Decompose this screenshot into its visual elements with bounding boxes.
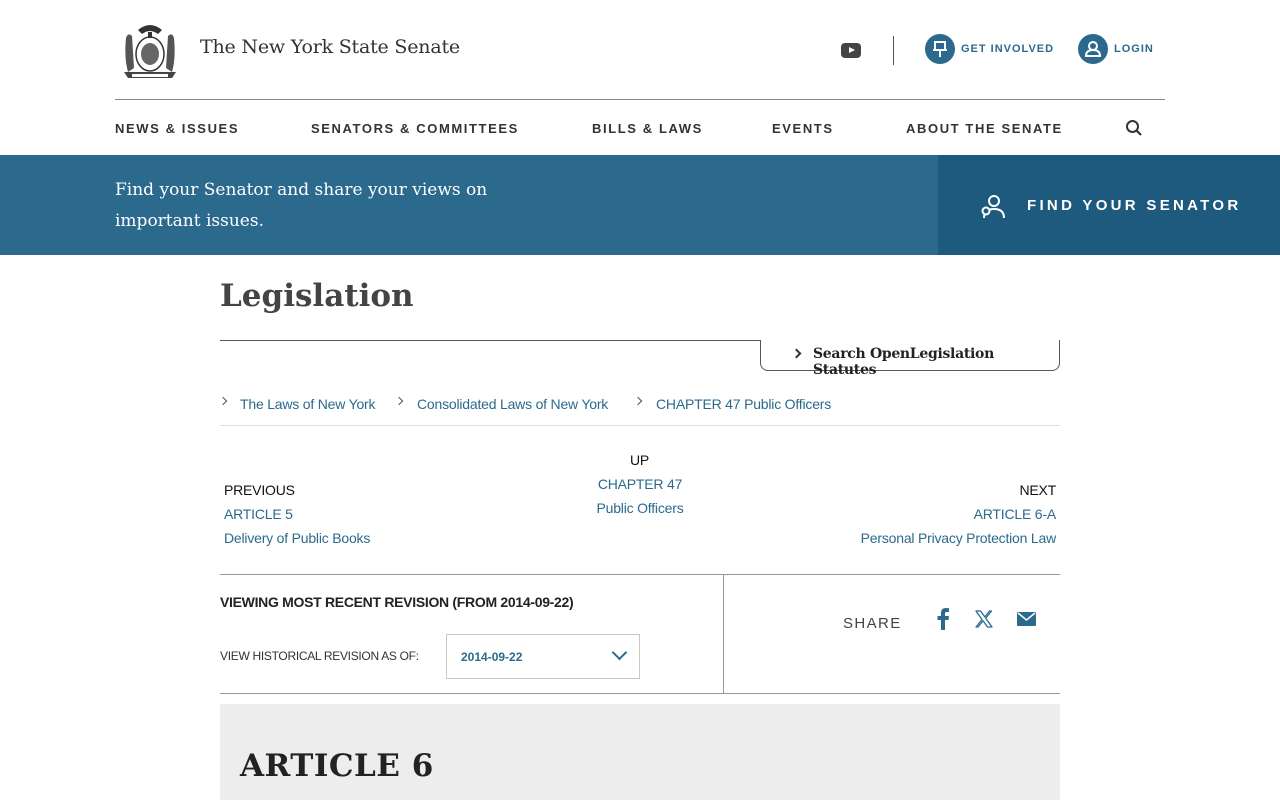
breadcrumb-chapter-47[interactable]: CHAPTER 47 Public Officers xyxy=(656,396,831,412)
pager-next-name[interactable]: Personal Privacy Protection Law xyxy=(861,530,1057,546)
revision-title: VIEWING MOST RECENT REVISION (FROM 2014-… xyxy=(220,594,574,610)
site-title[interactable]: The New York State Senate xyxy=(200,36,460,58)
page-title: Legislation xyxy=(220,278,414,314)
search-icon[interactable] xyxy=(1125,119,1143,137)
revision-divider xyxy=(723,575,724,694)
nav-item-news-issues[interactable]: NEWS & ISSUES xyxy=(115,121,239,136)
pager-up-label: UP xyxy=(630,452,650,468)
breadcrumb-consolidated-laws[interactable]: Consolidated Laws of New York xyxy=(417,396,608,412)
main-nav: NEWS & ISSUES SENATORS & COMMITTEES BILL… xyxy=(115,101,1165,155)
breadcrumb: The Laws of New York Consolidated Laws o… xyxy=(218,395,1060,426)
senator-locator-icon xyxy=(981,195,1005,219)
get-involved-link[interactable]: GET INVOLVED xyxy=(961,43,1054,55)
state-seal-logo[interactable] xyxy=(118,18,182,80)
nav-item-events[interactable]: EVENTS xyxy=(772,121,834,136)
nav-item-bills-laws[interactable]: BILLS & LAWS xyxy=(592,121,703,136)
chevron-right-icon xyxy=(791,348,802,359)
youtube-icon[interactable] xyxy=(841,43,861,58)
article-content: ARTICLE 6 xyxy=(220,704,1060,800)
pager-previous-name[interactable]: Delivery of Public Books xyxy=(224,530,370,546)
email-icon[interactable] xyxy=(1017,612,1036,626)
header-divider xyxy=(893,36,894,65)
revision-date-value: 2014-09-22 xyxy=(461,650,523,664)
revision-date-select[interactable]: 2014-09-22 xyxy=(446,634,640,679)
login-link[interactable]: LOGIN xyxy=(1114,43,1154,55)
pager-previous-label: PREVIOUS xyxy=(224,482,295,498)
historical-revision-label: VIEW HISTORICAL REVISION AS OF: xyxy=(220,649,419,663)
banner-text: Find your Senator and share your views o… xyxy=(115,180,488,231)
revision-row: VIEWING MOST RECENT REVISION (FROM 2014-… xyxy=(220,574,1060,694)
pager-next-code[interactable]: ARTICLE 6-A xyxy=(974,506,1057,522)
pushpin-icon[interactable] xyxy=(925,34,955,64)
pager-up-name[interactable]: Public Officers xyxy=(592,500,688,516)
x-twitter-icon[interactable] xyxy=(975,610,993,628)
nav-item-about-senate[interactable]: ABOUT THE SENATE xyxy=(906,121,1063,136)
pager-previous-code[interactable]: ARTICLE 5 xyxy=(224,506,293,522)
pager-up-code[interactable]: CHAPTER 47 xyxy=(597,476,683,492)
article-title: ARTICLE 6 xyxy=(240,748,434,784)
nav-item-senators-committees[interactable]: SENATORS & COMMITTEES xyxy=(311,121,519,136)
share-label: SHARE xyxy=(843,615,902,632)
find-senator-label: FIND YOUR SENATOR xyxy=(1027,197,1242,214)
chevron-right-icon xyxy=(394,396,404,406)
find-senator-banner: Find your Senator and share your views o… xyxy=(0,155,1280,255)
find-senator-button[interactable]: FIND YOUR SENATOR xyxy=(938,155,1280,255)
chevron-right-icon xyxy=(633,396,643,406)
facebook-icon[interactable] xyxy=(936,608,950,630)
site-header: The New York State Senate GET INVOLVED L… xyxy=(115,0,1165,100)
user-icon[interactable] xyxy=(1078,34,1108,64)
search-statutes-label: Search OpenLegislation Statutes xyxy=(813,346,994,378)
pager-next-label: NEXT xyxy=(1019,482,1056,498)
breadcrumb-laws-of-ny[interactable]: The Laws of New York xyxy=(240,396,375,412)
chevron-down-icon xyxy=(611,644,628,661)
search-statutes-button[interactable]: Search OpenLegislation Statutes xyxy=(760,340,1060,378)
chevron-right-icon xyxy=(218,396,228,406)
